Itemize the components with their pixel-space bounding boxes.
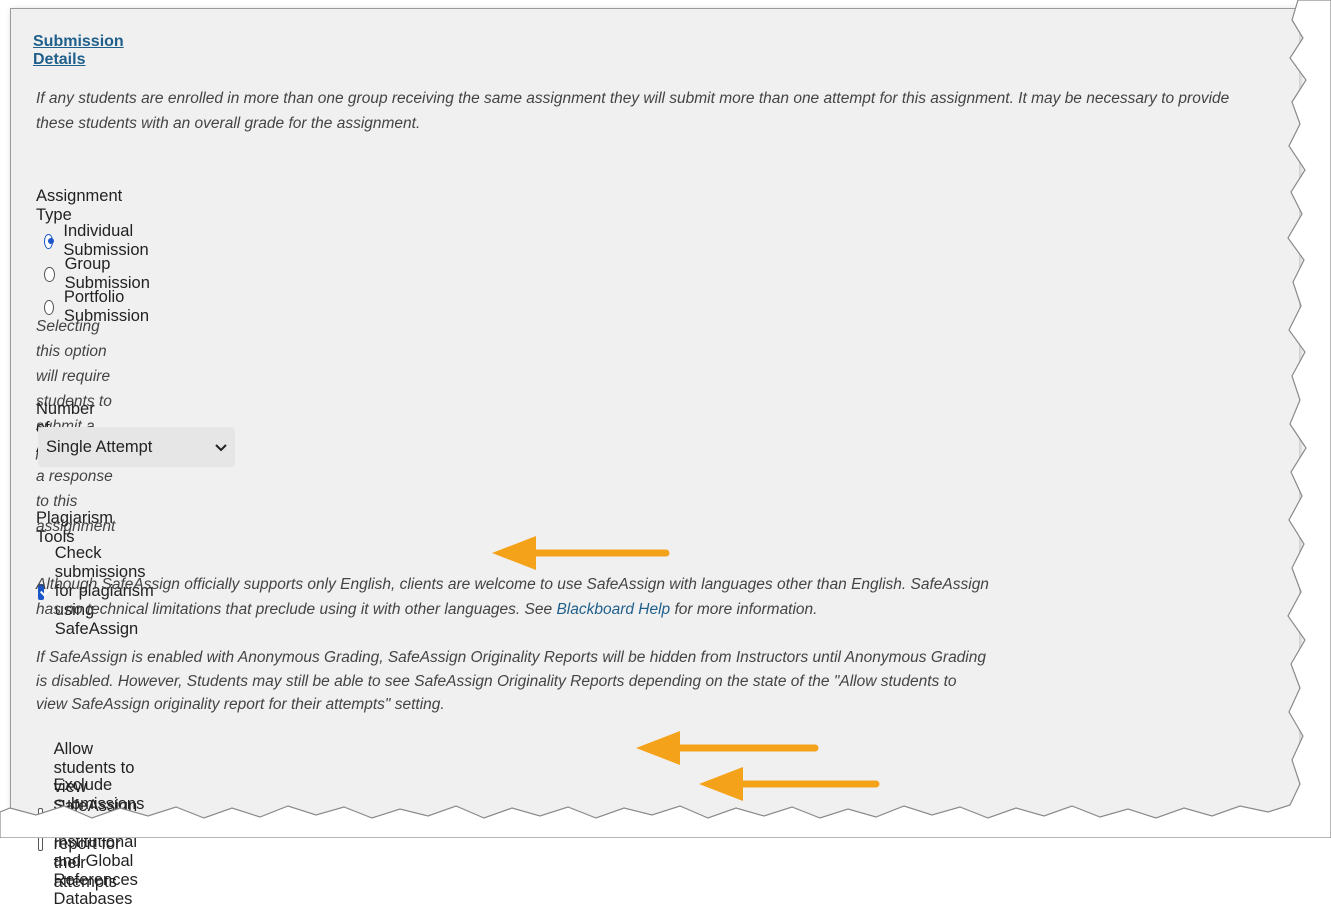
radio-button-checked[interactable]	[44, 233, 55, 249]
checkbox-unchecked[interactable]	[38, 834, 43, 851]
chevron-down-icon	[215, 440, 227, 455]
assignment-type-label: Assignment Type	[36, 187, 123, 224]
group-enrollment-note: If any students are enrolled in more tha…	[36, 90, 1230, 132]
annotation-arrow-icon	[492, 536, 670, 570]
checkbox-exclude-submissions[interactable]: Exclude submissions from the Institution…	[38, 776, 156, 909]
safeassign-language-note: Although SafeAssign officially supports …	[36, 572, 996, 622]
submission-details-panel: Submission Details If any students are e…	[10, 8, 1299, 908]
plagiarism-tools-label: Plagiarism Tools	[36, 509, 114, 546]
blackboard-help-link[interactable]: Blackboard Help	[556, 601, 670, 618]
radio-button[interactable]	[44, 299, 54, 315]
annotation-arrow-icon	[699, 767, 880, 801]
radio-button[interactable]	[44, 266, 55, 282]
note-text: for more information.	[674, 601, 818, 618]
section-title-submission-details[interactable]: Submission Details	[33, 33, 124, 69]
checkbox-label: Exclude submissions from the Institution…	[53, 776, 145, 908]
note-text: Although SafeAssign officially supports …	[36, 576, 989, 618]
attempts-selected-value: Single Attempt	[46, 437, 153, 456]
attempts-select[interactable]: Single Attempt	[38, 427, 235, 467]
anonymous-grading-note: If SafeAssign is enabled with Anonymous …	[36, 649, 986, 713]
